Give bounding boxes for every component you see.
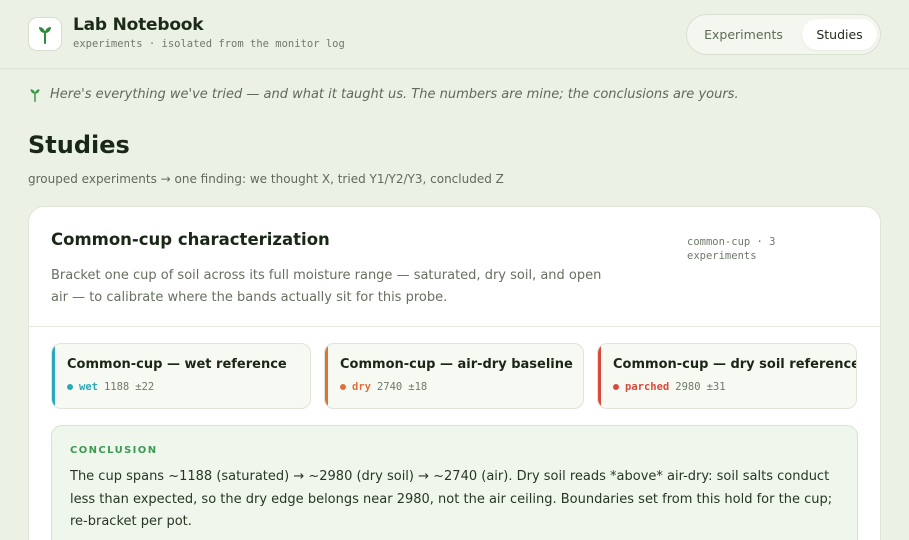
tab-studies[interactable]: Studies (802, 19, 877, 50)
experiment-card-dry[interactable]: Common-cup — air-dry baseline dry 2740 ±… (324, 343, 584, 409)
band-label: dry (352, 381, 371, 393)
view-switcher: Experiments Studies (686, 14, 881, 55)
band-label: parched (625, 381, 670, 393)
accent-bar (598, 344, 601, 408)
experiment-stat: wet 1188 ±22 (67, 381, 154, 393)
reading-spread: ±18 (408, 381, 428, 393)
app-header: Lab Notebook experiments · isolated from… (0, 0, 909, 69)
reading-value: 2980 (675, 381, 701, 393)
experiment-stat: dry 2740 ±18 (340, 381, 427, 393)
conclusion-label: CONCLUSION (70, 445, 158, 456)
conclusion-panel: CONCLUSION The cup spans ~1188 (saturate… (51, 425, 858, 540)
accent-bar (325, 344, 328, 408)
status-dot (340, 384, 346, 390)
accent-bar (52, 344, 55, 408)
sprout-icon (39, 27, 51, 44)
reading-value: 2740 (376, 381, 403, 393)
conclusion-text: The cup spans ~1188 (saturated) → ~2980 … (70, 469, 833, 529)
experiment-title: Common-cup — wet reference (67, 357, 287, 372)
experiment-card-wet[interactable]: Common-cup — wet reference wet 1188 ±22 (51, 343, 311, 409)
reading-spread: ±31 (706, 381, 726, 393)
status-dot (67, 384, 73, 390)
study-card: Common-cup characterization common-cup ·… (28, 206, 881, 540)
app-title: Lab Notebook (73, 15, 204, 35)
tab-experiments[interactable]: Experiments (691, 19, 796, 50)
study-title: Common-cup characterization (51, 230, 330, 249)
intro-tagline: Here's everything we've tried — and what… (50, 87, 739, 102)
experiment-title: Common-cup — air-dry baseline (340, 357, 573, 372)
app-logo[interactable] (28, 17, 62, 51)
status-dot (613, 384, 619, 390)
page-title: Studies (28, 131, 130, 159)
page-subtitle: grouped experiments → one finding: we th… (28, 172, 504, 186)
experiment-card-parched[interactable]: Common-cup — dry soil reference parched … (597, 343, 857, 409)
reading-value: 1188 (103, 381, 130, 393)
sprout-icon (30, 89, 40, 102)
divider (29, 326, 880, 327)
app-subtitle: experiments · isolated from the monitor … (73, 38, 345, 50)
study-meta: common-cup · 3 experiments (687, 236, 776, 262)
band-label: wet (79, 381, 98, 393)
reading-spread: ±22 (135, 381, 155, 393)
study-description: Bracket one cup of soil across its full … (51, 268, 602, 305)
experiment-stat: parched 2980 ±31 (613, 381, 726, 393)
experiment-title: Common-cup — dry soil reference (613, 357, 857, 372)
